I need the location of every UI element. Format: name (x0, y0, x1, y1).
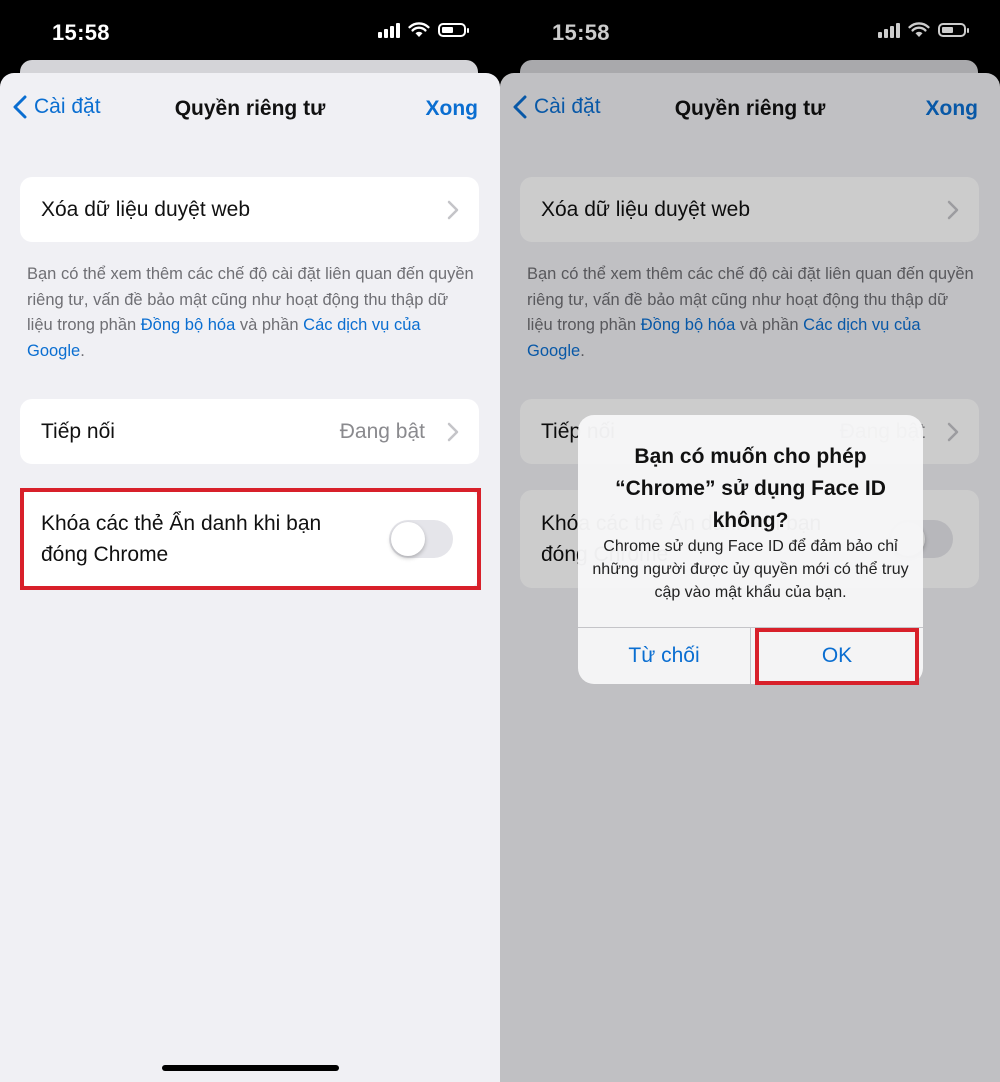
chevron-right-icon (447, 200, 459, 220)
left-screen: 15:58 Cài đặt Quyền riêng tư Xong Xóa dữ… (0, 0, 500, 1082)
chevron-left-icon (13, 95, 27, 119)
home-indicator (162, 1065, 339, 1071)
alert-message: Chrome sử dụng Face ID để đảm bảo chỉ nh… (592, 538, 909, 601)
handoff-value: Đang bật (339, 420, 425, 443)
handoff-row[interactable]: Tiếp nối Đang bật (20, 399, 479, 464)
wifi-icon (408, 22, 430, 37)
signal-icon (378, 22, 400, 38)
privacy-description: Bạn có thể xem thêm các chế độ cài đặt l… (27, 265, 474, 360)
face-id-alert: Bạn có muốn cho phép “Chrome” sử dụng Fa… (578, 415, 923, 684)
status-bar: 15:58 (0, 0, 500, 62)
handoff-label: Tiếp nối (41, 420, 115, 443)
deny-button[interactable]: Từ chối (578, 628, 751, 684)
privacy-sheet: Cài đặt Quyền riêng tư Xong Xóa dữ liệu … (0, 73, 500, 1082)
toggle-knob (391, 522, 425, 556)
status-time: 15:58 (52, 20, 110, 45)
alert-buttons: Từ chối OK (578, 627, 923, 684)
nav-bar: Cài đặt Quyền riêng tư Xong (0, 73, 500, 145)
clear-browsing-data-row[interactable]: Xóa dữ liệu duyệt web (20, 177, 479, 242)
clear-browsing-data-label: Xóa dữ liệu duyệt web (41, 198, 251, 221)
alert-title: Bạn có muốn cho phép “Chrome” sử dụng Fa… (615, 445, 886, 532)
lock-incognito-row: Khóa các thẻ Ẩn danh khi bạn đóng Chrome (20, 490, 479, 588)
lock-incognito-toggle[interactable] (389, 520, 453, 558)
sync-link[interactable]: Đồng bộ hóa (141, 316, 236, 334)
back-button[interactable]: Cài đặt (12, 95, 101, 119)
lock-incognito-label: Khóa các thẻ Ẩn danh khi bạn đóng Chrome (41, 512, 322, 566)
back-label: Cài đặt (34, 95, 101, 118)
done-button[interactable]: Xong (426, 97, 479, 121)
chevron-right-icon (447, 422, 459, 442)
battery-icon (438, 23, 469, 37)
ok-button[interactable]: OK (751, 628, 923, 684)
